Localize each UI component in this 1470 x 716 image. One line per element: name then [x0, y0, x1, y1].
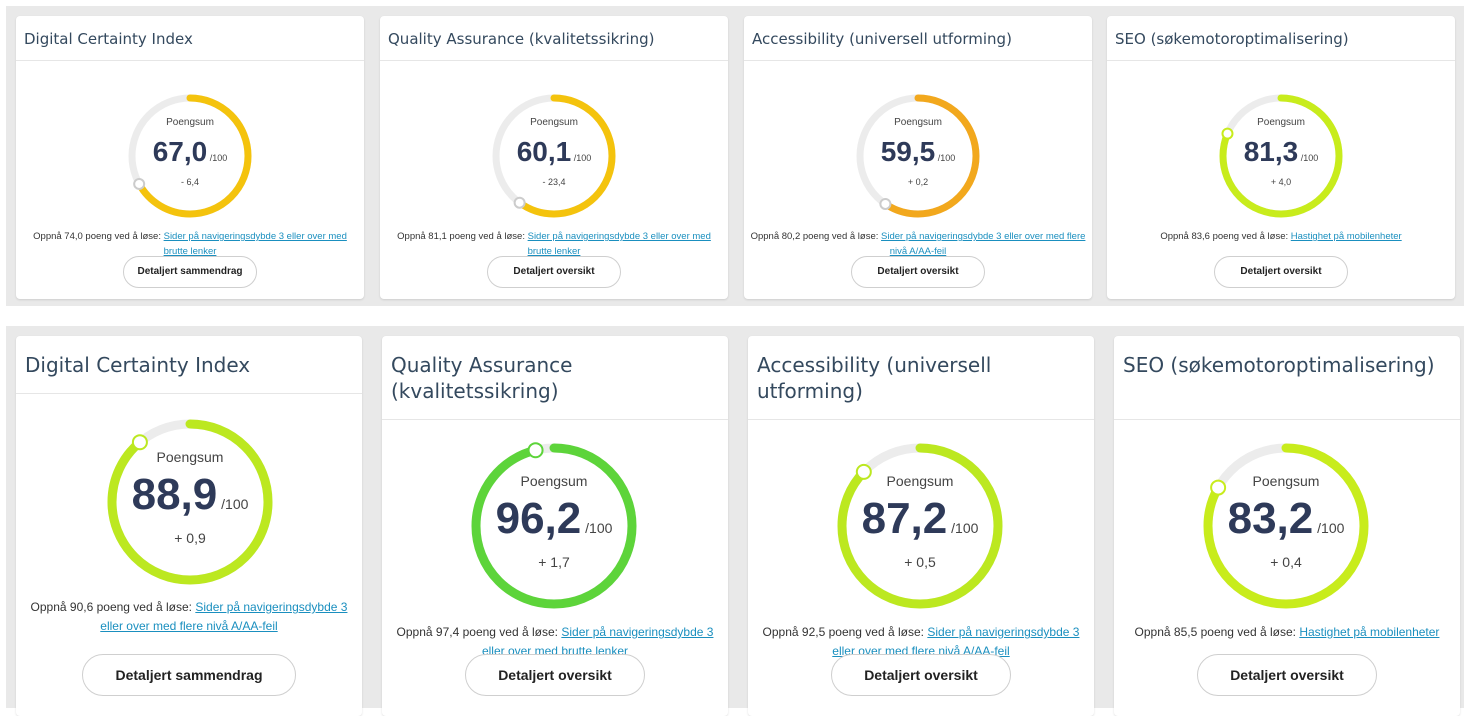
- details-button[interactable]: Detaljert sammendrag: [82, 654, 296, 696]
- score-card: Accessibility (universell utforming) Poen…: [748, 336, 1094, 716]
- score-value: 83,2 /100: [1188, 494, 1384, 544]
- gauge-knob: [513, 196, 526, 209]
- score-number: 59,5: [880, 135, 936, 167]
- score-label: Poengsum: [520, 472, 588, 489]
- score-value: 67,0 /100: [112, 136, 268, 168]
- score-delta: + 0,5: [904, 554, 936, 571]
- score-label: Poengsum: [886, 472, 954, 489]
- score-label: Poengsum: [166, 116, 214, 128]
- details-button[interactable]: Detaljert oversikt: [851, 256, 985, 288]
- score-label: Poengsum: [530, 116, 578, 128]
- score-delta: + 0,2: [907, 176, 929, 187]
- score-number: 96,2: [495, 494, 582, 544]
- score-delta: + 0,4: [1270, 554, 1302, 571]
- score-number: 87,2: [861, 494, 948, 544]
- score-max: /100: [935, 152, 956, 163]
- score-label: Poengsum: [1257, 116, 1305, 128]
- gauge-knob: [527, 442, 544, 459]
- score-delta: + 1,7: [538, 554, 570, 571]
- improvement-prefix: Oppnå 80,2 poeng ved å løse:: [750, 231, 879, 242]
- score-max: /100: [581, 520, 613, 537]
- details-button[interactable]: Detaljert oversikt: [487, 256, 621, 288]
- score-delta: + 0,9: [174, 530, 206, 547]
- improvement-prefix: Oppnå 85,5 poeng ved å løse:: [1134, 625, 1296, 639]
- improvement-hint: Oppnå 85,5 poeng ved å løse: Hastighet p…: [1120, 623, 1454, 642]
- improvement-hint: Oppnå 81,1 poeng ved å løse: Sider på na…: [386, 229, 722, 259]
- score-label: Poengsum: [156, 448, 224, 465]
- score-value: 88,9 /100: [92, 470, 288, 520]
- improvement-link[interactable]: Sider på navigeringsdybde 3 eller over m…: [528, 231, 711, 257]
- details-button[interactable]: Detaljert oversikt: [1197, 654, 1377, 696]
- score-label: Poengsum: [894, 116, 942, 128]
- score-max: /100: [207, 152, 228, 163]
- score-value: 81,3 /100: [1203, 136, 1359, 168]
- score-delta: + 4,0: [1270, 176, 1292, 187]
- improvement-link[interactable]: Sider på navigeringsdybde 3 eller over m…: [164, 231, 347, 257]
- details-button[interactable]: Detaljert oversikt: [831, 654, 1011, 696]
- score-card: SEO (søkemotoroptimalisering) Poengsum 81,…: [1107, 16, 1455, 299]
- improvement-prefix: Oppnå 97,4 poeng ved å løse:: [396, 625, 558, 639]
- improvement-hint: Oppnå 90,6 poeng ved å løse: Sider på na…: [22, 598, 356, 636]
- score-number: 88,9: [131, 470, 218, 520]
- score-card: SEO (søkemotoroptimalisering) Poengsum 83,…: [1114, 336, 1460, 716]
- score-delta: - 6,4: [180, 176, 199, 187]
- score-number: 60,1: [516, 135, 572, 167]
- details-button[interactable]: Detaljert sammendrag: [123, 256, 257, 288]
- score-number: 81,3: [1243, 135, 1299, 167]
- score-max: /100: [1298, 152, 1319, 163]
- improvement-link[interactable]: Hastighet på mobilenheter: [1291, 231, 1402, 242]
- improvement-prefix: Oppnå 90,6 poeng ved å løse:: [30, 600, 192, 614]
- score-card: Quality Assurance (kvalitetssikring) Poen…: [382, 336, 728, 716]
- score-max: /100: [217, 496, 249, 513]
- gauge-knob: [131, 434, 148, 451]
- improvement-hint: Oppnå 74,0 poeng ved å løse: Sider på na…: [22, 229, 358, 259]
- gauge-knob: [879, 197, 892, 210]
- score-value: 87,2 /100: [822, 494, 1018, 544]
- improvement-link[interactable]: Sider på navigeringsdybde 3 eller over m…: [881, 231, 1085, 257]
- score-value: 59,5 /100: [840, 136, 996, 168]
- improvement-prefix: Oppnå 92,5 poeng ved å løse:: [762, 625, 924, 639]
- score-number: 67,0: [152, 135, 208, 167]
- score-number: 83,2: [1227, 494, 1314, 544]
- score-value: 60,1 /100: [476, 136, 632, 168]
- score-card: Accessibility (universell utforming) Poen…: [744, 16, 1092, 299]
- score-max: /100: [947, 520, 979, 537]
- improvement-prefix: Oppnå 83,6 poeng ved å løse:: [1160, 231, 1289, 242]
- improvement-link[interactable]: Hastighet på mobilenheter: [1299, 625, 1439, 639]
- score-max: /100: [1313, 520, 1345, 537]
- improvement-hint: Oppnå 80,2 poeng ved å løse: Sider på na…: [750, 229, 1086, 259]
- score-label: Poengsum: [1252, 472, 1320, 489]
- score-value: 96,2 /100: [456, 494, 652, 544]
- score-delta: - 23,4: [542, 176, 566, 187]
- improvement-prefix: Oppnå 81,1 poeng ved å løse:: [397, 231, 525, 242]
- improvement-prefix: Oppnå 74,0 poeng ved å løse:: [33, 231, 161, 242]
- score-max: /100: [571, 152, 592, 163]
- details-button[interactable]: Detaljert oversikt: [465, 654, 645, 696]
- score-card: Digital Certainty Index Poengsum 67,0 /100…: [16, 16, 364, 299]
- details-button[interactable]: Detaljert oversikt: [1214, 256, 1348, 288]
- improvement-hint: Oppnå 83,6 poeng ved å løse: Hastighet p…: [1113, 229, 1449, 244]
- score-card: Quality Assurance (kvalitetssikring) Poen…: [380, 16, 728, 299]
- score-card: Digital Certainty Index Poengsum 88,9 /100…: [16, 336, 362, 716]
